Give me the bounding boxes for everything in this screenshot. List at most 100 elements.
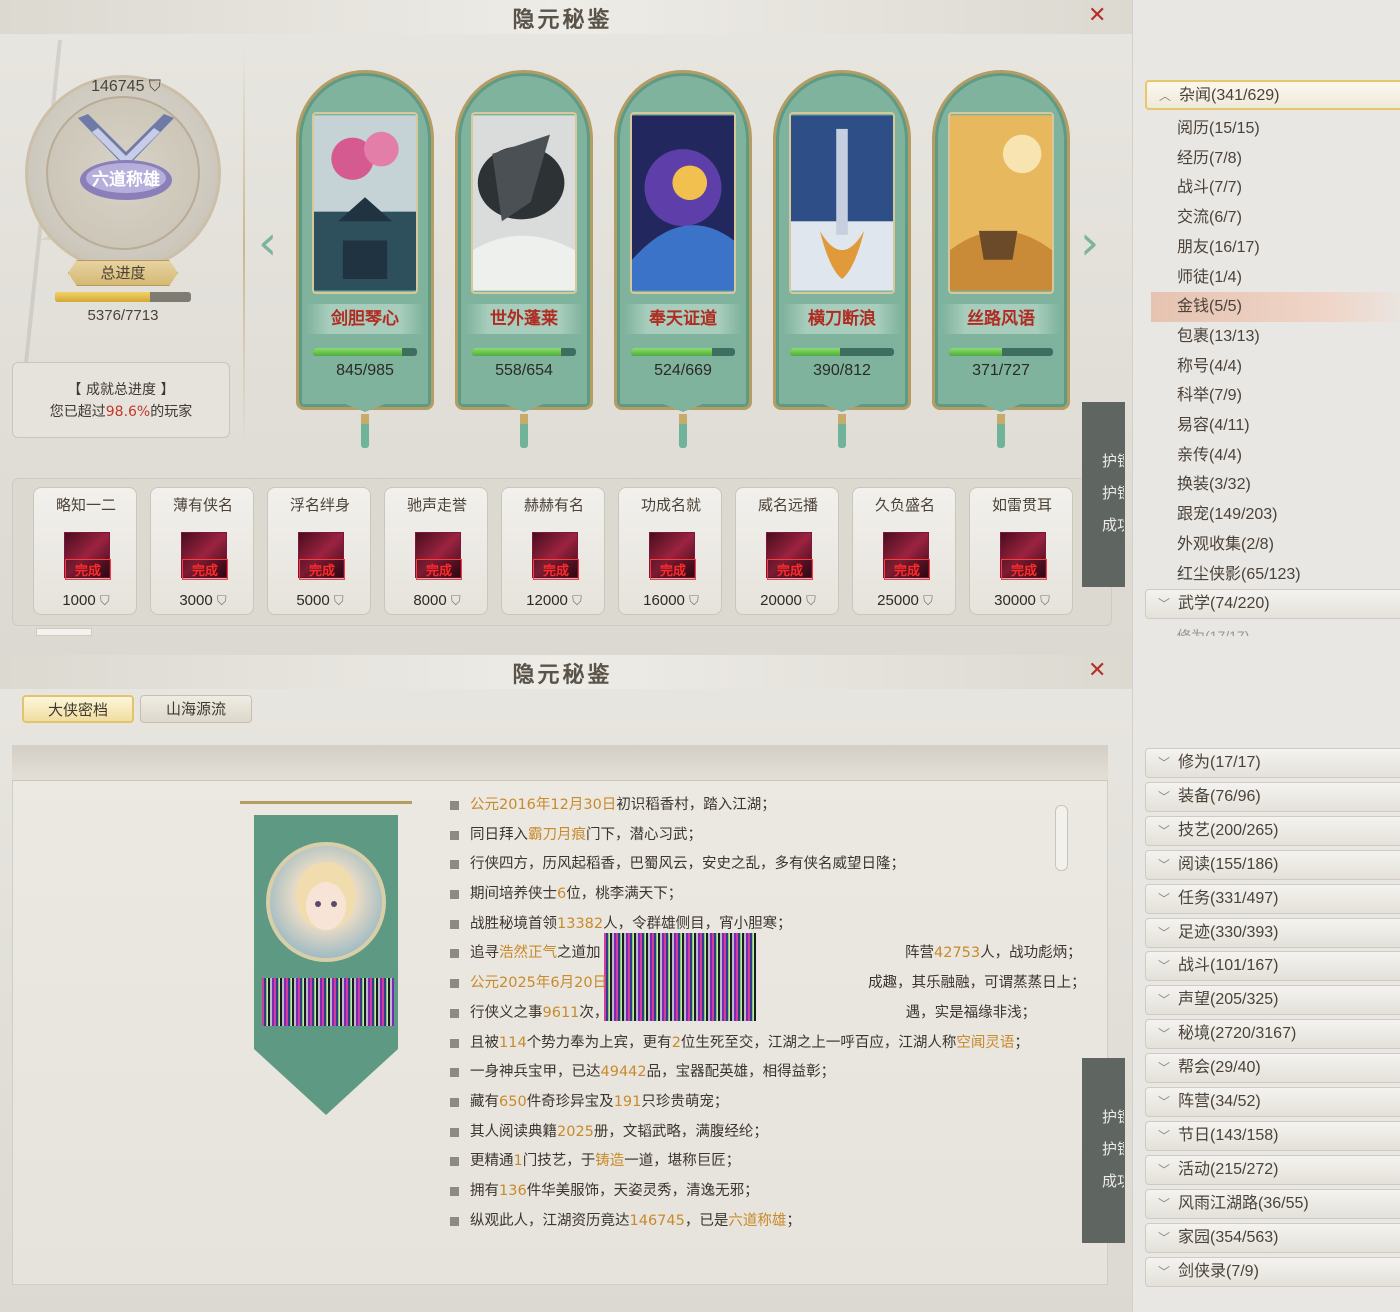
category-item[interactable]: ﹀ 家园(354/563) — [1145, 1222, 1400, 1253]
category-item[interactable]: ﹀ 战斗(101/167) — [1145, 951, 1400, 982]
milestone-badge[interactable]: 浮名绊身 完成 5000 ⛉ — [267, 487, 371, 615]
chapter-card[interactable]: 丝路风语 371/727 — [932, 70, 1070, 415]
subcategory-item[interactable]: 亲传(4/4) — [1177, 446, 1242, 466]
line-text: 件奇珍异宝及 — [526, 1093, 614, 1110]
chapter-card[interactable]: 奉天证道 524/669 — [614, 70, 752, 415]
subcategory-item[interactable]: 阅历(15/15) — [1177, 119, 1260, 139]
subcategory-item[interactable]: 外观收集(2/8) — [1177, 535, 1274, 555]
subcategory-item[interactable]: 包裹(13/13) — [1177, 327, 1260, 347]
milestone-badge[interactable]: 驰声走誉 完成 8000 ⛉ — [384, 487, 488, 615]
milestone-icon: 完成 — [415, 532, 462, 580]
milestone-icon: 完成 — [64, 532, 111, 580]
category-label: 声望(205/325) — [1178, 991, 1279, 1009]
milestone-badge[interactable]: 功成名就 完成 16000 ⛉ — [618, 487, 722, 615]
highlight-text: 146745 — [629, 1212, 685, 1229]
line-text: 位生死至交，江湖之上一呼百应，江湖人称 — [680, 1034, 957, 1051]
total-score: 146745 — [91, 78, 145, 95]
chapter-card[interactable]: 剑胆琴心 845/985 — [296, 70, 434, 415]
score-icon: ⛉ — [144, 78, 161, 95]
category-label: 战斗(101/167) — [1178, 957, 1279, 975]
category-label: 技艺(200/265) — [1178, 821, 1279, 839]
category-item[interactable]: ﹀ 阵营(34/52) — [1145, 1087, 1400, 1117]
category-item[interactable]: ﹀ 任务(331/497) — [1145, 883, 1400, 914]
complete-stamp: 完成 — [1001, 559, 1047, 580]
chapter-card[interactable]: 世外蓬莱 558/654 — [455, 70, 593, 415]
vertical-scrollbar[interactable] — [1055, 805, 1068, 871]
points-icon: ⛉ — [572, 593, 582, 608]
dossier-line: 拥有136件华美服饰，天姿灵秀，清逸无邪； — [450, 1181, 1050, 1211]
highlight-text: 2025 — [557, 1123, 594, 1140]
category-item[interactable]: ﹀ 帮会(29/40) — [1145, 1053, 1400, 1084]
category-item[interactable]: ﹀ 技艺(200/265) — [1145, 815, 1400, 846]
subcategory-item[interactable]: 称号(4/4) — [1177, 357, 1242, 377]
category-item[interactable]: ﹀ 足迹(330/393) — [1145, 917, 1400, 948]
subcategory-item[interactable]: 经历(7/8) — [1177, 149, 1242, 169]
dossier-line: 同日拜入霸刀月痕门下，潜心习武； — [450, 825, 1050, 855]
line-text: ，已是 — [684, 1212, 729, 1229]
line-text: 位，桃李满天下； — [566, 886, 683, 903]
achievement-overview-panel: 隐元秘鉴 ✕ 146745 ⛉ 六道称雄 总进度 5376/7713 【 成就总… — [0, 0, 1132, 655]
card-name: 奉天证道 — [624, 304, 742, 334]
subcategory-item[interactable]: 跟宠(149/203) — [1177, 505, 1278, 525]
card-art-cosmos — [630, 112, 736, 294]
subcategory-item[interactable]: 科举(7/9) — [1177, 386, 1242, 406]
subcategory-item[interactable]: 易容(4/11) — [1177, 416, 1250, 436]
subcategory-item[interactable]: 交流(6/7) — [1177, 208, 1242, 228]
side-quest-tracker[interactable]: 护镖 护镖 成功 — [1082, 1058, 1125, 1243]
line-text: 人，令群雄侧目，宵小胆寒； — [603, 915, 792, 932]
category-item[interactable]: ﹀ 装备(76/96) — [1145, 781, 1400, 812]
milestone-name: 赫赫有名 — [523, 496, 584, 514]
card-progress-fill — [472, 348, 561, 356]
line-text: 遇，实是福缘非浅； — [905, 1004, 1037, 1021]
category-martial[interactable]: ﹀ 武学(74/220) — [1145, 589, 1400, 619]
chevron-down-icon: ﹀ — [1158, 1264, 1171, 1279]
points-icon: ⛉ — [923, 593, 933, 608]
highlight-text: 42753 — [934, 945, 981, 962]
tab-origins[interactable]: 山海源流 — [140, 695, 252, 723]
close-icon[interactable]: ✕ — [1088, 5, 1106, 27]
next-arrow-icon[interactable]: › — [1080, 215, 1099, 271]
category-item[interactable]: ﹀ 节日(143/158) — [1145, 1120, 1400, 1151]
subcategory-item[interactable]: 金钱(5/5) — [1177, 297, 1242, 317]
line-text: 门技艺，于 — [522, 1153, 596, 1170]
total-progress-label[interactable]: 总进度 — [68, 260, 178, 286]
milestone-badge[interactable]: 赫赫有名 完成 12000 ⛉ — [501, 487, 605, 615]
highlight-text: 公元2025年6月20日 — [470, 975, 608, 992]
category-item[interactable]: ﹀ 声望(205/325) — [1145, 985, 1400, 1016]
category-item[interactable]: ﹀ 剑侠录(7/9) — [1145, 1256, 1400, 1287]
category-item[interactable]: ﹀ 修为(17/17) — [1145, 748, 1400, 778]
milestone-badge[interactable]: 略知一二 完成 1000 ⛉ — [33, 487, 137, 615]
milestone-badge[interactable]: 威名远播 完成 20000 ⛉ — [735, 487, 839, 615]
subcategory-item[interactable]: 师徒(1/4) — [1177, 268, 1242, 288]
category-item[interactable]: ﹀ 阅读(155/186) — [1145, 849, 1400, 880]
points-icon: ⛉ — [450, 593, 461, 608]
chapter-card[interactable]: 横刀断浪 390/812 — [773, 70, 911, 415]
highlight-text: 9611 — [542, 1004, 580, 1021]
card-count: 371/727 — [972, 362, 1030, 379]
category-item[interactable]: ﹀ 活动(215/272) — [1145, 1154, 1400, 1185]
milestone-badge[interactable]: 如雷贯耳 完成 30000 ⛉ — [969, 487, 1073, 615]
subcategory-item[interactable]: 朋友(16/17) — [1177, 238, 1260, 258]
milestone-points: 30000 — [994, 592, 1036, 609]
category-misc[interactable]: ︿ 杂闻(341/629) — [1145, 80, 1400, 110]
subcategory-item[interactable]: 红尘侠影(65/123) — [1177, 565, 1301, 585]
line-text: 一身神兵宝甲，已达 — [470, 1064, 601, 1081]
subcategory-item[interactable]: 战斗(7/7) — [1177, 178, 1242, 198]
category-item[interactable]: ﹀ 风雨江湖路(36/55) — [1145, 1188, 1400, 1219]
line-text: ； — [1014, 1034, 1029, 1051]
prev-arrow-icon[interactable]: ‹ — [258, 215, 277, 271]
subcategory-item[interactable]: 换装(3/32) — [1177, 475, 1251, 495]
card-name: 丝路风语 — [942, 304, 1060, 334]
window-title: 隐元秘鉴 — [512, 662, 613, 688]
tab-hero-dossier[interactable]: 大侠密档 — [22, 695, 134, 723]
category-item[interactable]: ﹀ 秘境(2720/3167) — [1145, 1019, 1400, 1050]
line-text: 藏有 — [470, 1093, 499, 1110]
side-quest-tracker[interactable]: 护镖 护镖 成功 — [1082, 402, 1125, 587]
milestone-badge[interactable]: 久负盛名 完成 25000 ⛉ — [852, 487, 956, 615]
highlight-text: 浩然正气 — [499, 945, 557, 962]
milestone-icon: 完成 — [1000, 532, 1047, 580]
close-icon[interactable]: ✕ — [1088, 660, 1106, 682]
horizontal-scrollbar[interactable] — [36, 628, 92, 636]
milestone-badge[interactable]: 薄有侠名 完成 3000 ⛉ — [150, 487, 254, 615]
line-text: 件华美服饰，天姿灵秀，清逸无邪； — [526, 1182, 759, 1199]
